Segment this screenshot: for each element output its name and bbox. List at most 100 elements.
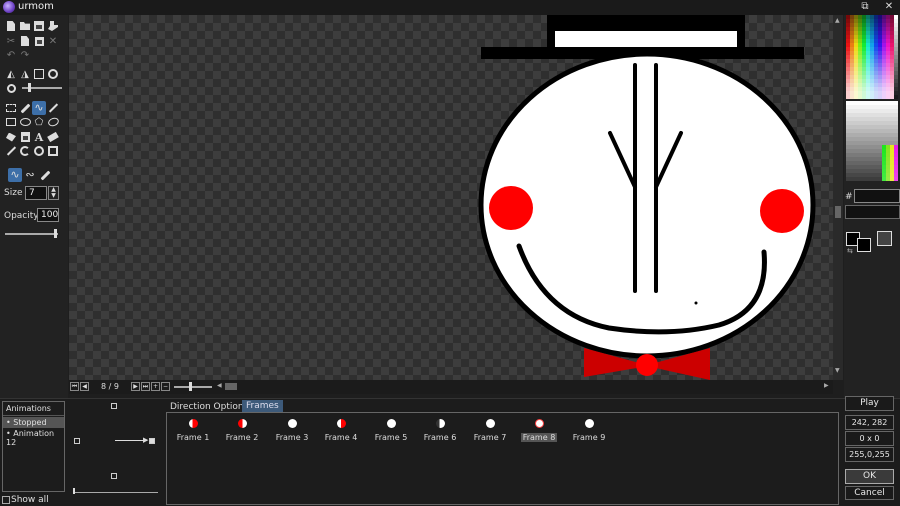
open-file-button[interactable] bbox=[18, 19, 32, 33]
opacity-slider[interactable] bbox=[5, 233, 58, 235]
undo-button[interactable]: ↶ bbox=[4, 48, 18, 62]
cut-button[interactable]: ✂ bbox=[4, 34, 18, 48]
show-all-checkbox[interactable] bbox=[2, 496, 10, 504]
canvas-vertical-scrollbar[interactable]: ▲ ▼ bbox=[833, 15, 843, 380]
ok-button[interactable]: OK bbox=[845, 469, 894, 484]
ellipse-tool[interactable] bbox=[18, 115, 32, 129]
direction-speed-slider[interactable] bbox=[73, 492, 158, 493]
frame-zoom-handle[interactable] bbox=[189, 382, 192, 391]
add-frame-button[interactable]: + bbox=[151, 382, 160, 391]
frame-6[interactable]: Frame 6 bbox=[418, 419, 462, 443]
swap-colors-icon[interactable]: ⇆ bbox=[847, 247, 853, 255]
drawing-canvas[interactable] bbox=[69, 15, 833, 380]
rectangle-tool[interactable] bbox=[4, 115, 18, 129]
smooth-stroke-icon: ∿ bbox=[10, 168, 20, 181]
lasso-tool[interactable] bbox=[46, 115, 60, 129]
ellipse-icon bbox=[19, 118, 31, 126]
tab-frames[interactable]: Frames bbox=[242, 400, 283, 412]
paste-button[interactable] bbox=[32, 34, 46, 48]
frame-thumbnail bbox=[584, 419, 594, 428]
polygon-tool[interactable]: ⬠ bbox=[32, 115, 46, 129]
rotate-tool[interactable] bbox=[18, 144, 32, 158]
close-window-button[interactable]: ✕ bbox=[880, 0, 898, 14]
animation-item-stopped[interactable]: • Stopped bbox=[3, 417, 64, 428]
frame-7[interactable]: Frame 7 bbox=[468, 419, 512, 443]
direction-down-handle[interactable] bbox=[111, 473, 117, 479]
frame-5[interactable]: Frame 5 bbox=[369, 419, 413, 443]
frame-9[interactable]: Frame 9 bbox=[567, 419, 611, 443]
brush-mode-rough[interactable]: ∾ bbox=[23, 168, 37, 182]
size-stepper[interactable]: ▲ ▼ bbox=[48, 186, 59, 200]
eraser-tool[interactable] bbox=[46, 130, 60, 144]
frame-thumbnail bbox=[188, 419, 198, 428]
bucket-tool[interactable] bbox=[18, 130, 32, 144]
settings-button[interactable] bbox=[46, 19, 60, 33]
horizontal-scroll-thumb[interactable] bbox=[225, 383, 237, 390]
line-tool[interactable] bbox=[46, 101, 60, 115]
magnifier-icon bbox=[6, 83, 16, 93]
resize-tool[interactable] bbox=[4, 144, 18, 158]
scroll-right-icon[interactable]: ▶ bbox=[824, 382, 829, 389]
fill-tool[interactable] bbox=[4, 130, 18, 144]
delete-button[interactable]: ✕ bbox=[46, 34, 60, 48]
bucket-icon bbox=[20, 132, 30, 142]
color-value-readout: 255,0,255 bbox=[845, 447, 894, 462]
brush-mode-smooth[interactable]: ∿ bbox=[8, 168, 22, 182]
paste-icon bbox=[34, 36, 44, 46]
flip-vertical-button[interactable]: ◮ bbox=[18, 67, 32, 81]
scroll-left-icon[interactable]: ◀ bbox=[217, 382, 222, 389]
color-swatch-grid[interactable] bbox=[846, 15, 900, 185]
last-frame-button[interactable]: ⏭ bbox=[141, 382, 150, 391]
circle-tool[interactable] bbox=[32, 144, 46, 158]
flip-horizontal-button[interactable]: ◭ bbox=[4, 67, 18, 81]
copy-button[interactable] bbox=[18, 34, 32, 48]
next-frame-button[interactable]: ▶ bbox=[131, 382, 140, 391]
zoom-slider-handle[interactable] bbox=[28, 83, 31, 92]
frame-thumbnail bbox=[386, 419, 396, 428]
frame-3[interactable]: Frame 3 bbox=[270, 419, 314, 443]
freehand-tool[interactable]: ∿ bbox=[32, 101, 46, 115]
remove-frame-button[interactable]: − bbox=[161, 382, 170, 391]
square-tool[interactable] bbox=[46, 144, 60, 158]
direction-left-handle[interactable] bbox=[74, 438, 80, 444]
text-tool[interactable]: A bbox=[32, 130, 46, 144]
redo-button[interactable]: ↷ bbox=[18, 48, 32, 62]
crop-button[interactable] bbox=[32, 67, 46, 81]
direction-arrow-icon: ▶ bbox=[143, 436, 149, 444]
opacity-input[interactable]: 100 bbox=[37, 208, 59, 222]
select-rect-tool[interactable] bbox=[4, 101, 18, 115]
direction-speed-handle[interactable] bbox=[73, 488, 75, 494]
frame-zoom-slider[interactable] bbox=[174, 386, 212, 388]
scroll-down-icon[interactable]: ▼ bbox=[835, 367, 840, 374]
eyedropper-tool[interactable] bbox=[18, 101, 32, 115]
frame-1[interactable]: Frame 1 bbox=[171, 419, 215, 443]
prev-frame-button[interactable]: ◀ bbox=[80, 382, 89, 391]
brush-mode-pen[interactable] bbox=[38, 168, 52, 182]
direction-right-handle[interactable] bbox=[149, 438, 155, 444]
color-adjust-button[interactable] bbox=[46, 67, 60, 81]
vertical-scroll-thumb[interactable] bbox=[835, 206, 841, 218]
tab-direction-options[interactable]: Direction Options bbox=[170, 402, 248, 412]
animation-item-12[interactable]: • Animation 12 bbox=[3, 428, 64, 448]
opacity-slider-handle[interactable] bbox=[54, 229, 57, 238]
resize-arrow-icon bbox=[6, 146, 16, 156]
size-input[interactable]: 7 bbox=[25, 186, 47, 200]
frame-label: Frame 1 bbox=[176, 433, 210, 442]
scroll-up-icon[interactable]: ▲ bbox=[835, 17, 840, 24]
reset-colors-button[interactable] bbox=[877, 231, 892, 246]
frame-8[interactable]: Frame 8 bbox=[517, 419, 561, 443]
frame-2[interactable]: Frame 2 bbox=[220, 419, 264, 443]
cancel-button[interactable]: Cancel bbox=[845, 486, 894, 500]
play-button[interactable]: Play bbox=[845, 396, 894, 411]
frame-4[interactable]: Frame 4 bbox=[319, 419, 363, 443]
new-file-button[interactable] bbox=[4, 19, 18, 33]
hex-color-input[interactable] bbox=[854, 189, 900, 203]
first-frame-button[interactable]: ⏮ bbox=[70, 382, 79, 391]
direction-up-handle[interactable] bbox=[111, 403, 117, 409]
hex-label: # bbox=[845, 192, 853, 202]
zoom-button[interactable] bbox=[4, 81, 18, 95]
square-icon bbox=[48, 146, 58, 156]
save-button[interactable] bbox=[32, 19, 46, 33]
secondary-color-swatch[interactable] bbox=[857, 238, 871, 252]
restore-window-button[interactable]: ⧉ bbox=[856, 0, 874, 14]
